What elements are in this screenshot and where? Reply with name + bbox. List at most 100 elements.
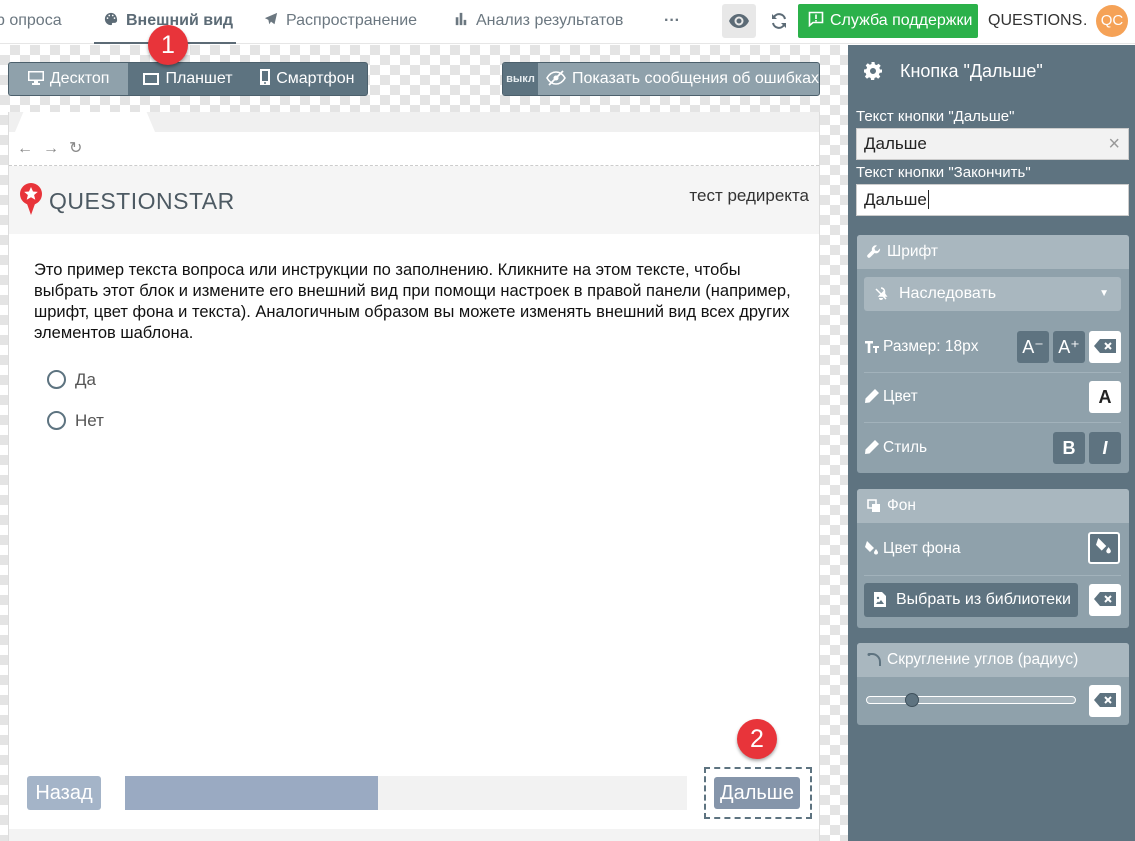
background-reset-button[interactable] [1089,584,1121,616]
font-size-decrease-button[interactable]: A⁻ [1017,331,1049,363]
background-section-header: Фон [857,489,1129,523]
wrench-icon [867,245,881,258]
divider [864,422,1121,423]
corner-radius-slider[interactable] [866,696,1076,704]
eye-slash-icon [546,70,566,86]
corner-radius-reset-button[interactable] [1089,685,1121,717]
background-color-row: Цвет фона [857,532,1129,566]
palette-icon [104,12,118,26]
font-style-label-wrap: Стиль [865,431,927,465]
radio-button[interactable] [47,370,66,389]
next-text-field[interactable]: Дальше × [856,128,1129,160]
backspace-icon [1094,592,1116,606]
font-color-row: Цвет A [857,380,1129,414]
text-size-icon [865,341,879,353]
toggle-state[interactable]: выкл [503,63,539,95]
backspace-icon [1094,339,1116,353]
background-color-label-wrap: Цвет фона [865,532,961,566]
browser-tab [15,112,155,132]
corner-radius-section-title: Скругление углов (радиус) [887,651,1079,668]
device-label: Смартфон [276,70,355,87]
choose-from-library-button[interactable]: Выбрать из библиотеки [864,583,1078,617]
more-menu-button[interactable]: ··· [664,0,680,44]
show-errors-label: Показать сообщения об ошибках [572,70,819,87]
background-color-label: Цвет фона [883,540,961,557]
browser-address-bar: ← → ↻ [9,132,819,166]
properties-panel: Кнопка "Дальше" Текст кнопки "Дальше" Да… [848,45,1135,841]
show-errors-toggle[interactable]: выкл Показать сообщения об ошибках [502,62,820,96]
device-switcher: Десктоп Планшет Смартфон [8,62,368,96]
font-family-select[interactable]: Наследовать ▼ [864,277,1121,311]
clear-icon[interactable]: × [1108,129,1120,159]
tab-survey-setup[interactable]: р опроса [0,0,62,44]
device-label: Десктоп [49,70,110,87]
layers-icon [867,499,880,512]
chat-alert-icon [808,11,824,28]
slider-handle[interactable] [905,693,920,707]
no-font-icon [875,287,888,300]
step-badge-2: 2 [737,719,777,759]
pencil-icon [865,440,879,454]
font-size-reset-button[interactable] [1089,331,1121,363]
text-cursor [927,190,929,209]
answer-option-no[interactable]: Нет [47,410,104,434]
survey-title[interactable]: тест редиректа [689,186,809,206]
preview-button[interactable] [722,4,756,38]
font-color-label: Цвет [883,388,918,405]
radio-button[interactable] [47,411,66,430]
font-size-increase-button[interactable]: A⁺ [1053,331,1085,363]
next-text-value: Дальше [864,134,927,153]
panel-header: Кнопка "Дальше" [848,45,1135,97]
font-size-label-wrap: Размер: 18px [865,330,979,364]
device-desktop-button[interactable]: Десктоп [9,63,129,95]
account-name[interactable]: QUESTIONS… [988,0,1088,42]
smartphone-icon [260,69,271,85]
font-section: Шрифт Наследовать ▼ Размер: 18px A⁻ A⁺ Ц… [857,235,1129,473]
back-arrow-icon: ← [17,140,33,157]
survey-header[interactable]: QUESTIONSTAR тест редиректа [9,166,819,234]
support-label: Служба поддержки [830,12,973,29]
bar-chart-icon [455,12,467,26]
paper-plane-icon [264,12,278,25]
font-size-label: Размер: 18px [883,338,979,355]
browser-tabstrip [9,112,819,132]
font-color-picker[interactable]: A [1089,381,1121,413]
divider [864,575,1121,576]
backspace-icon [1094,693,1116,707]
survey-preview-frame: ← → ↻ QUESTIONSTAR тест редиректа Это прим… [8,112,820,841]
reload-icon: ↻ [69,140,83,157]
library-label: Выбрать из библиотеки [896,591,1071,608]
step-badge-1: 1 [148,25,188,65]
sync-icon [772,13,786,29]
finish-text-field[interactable]: Дальше [856,184,1129,216]
next-button[interactable]: Дальше [714,777,800,809]
logo-text: QUESTIONSTAR [49,188,235,214]
corner-radius-section-header: Скругление углов (радиус) [857,643,1129,677]
tab-results-analysis[interactable]: Анализ результатов [454,0,623,44]
question-text[interactable]: Это пример текста вопроса или инструкции… [34,260,804,344]
font-size-row: Размер: 18px A⁻ A⁺ [857,330,1129,364]
corner-radius-icon [867,653,881,666]
answer-option-yes[interactable]: Да [47,369,96,393]
image-file-icon [874,592,886,607]
device-tablet-button[interactable]: Планшет [128,63,247,95]
bold-button[interactable]: B [1053,432,1085,464]
avatar[interactable]: QC [1096,5,1128,37]
device-smartphone-button[interactable]: Смартфон [248,63,367,95]
finish-text-label: Текст кнопки "Закончить" [856,164,1031,181]
tab-distribution[interactable]: Распространение [264,0,417,44]
italic-button[interactable]: I [1089,432,1121,464]
survey-body: Это пример текста вопроса или инструкции… [9,234,819,829]
device-label: Планшет [165,70,233,87]
panel-title: Кнопка "Дальше" [900,61,1043,81]
progress-bar [125,776,687,810]
font-section-title: Шрифт [887,243,938,260]
support-button[interactable]: Служба поддержки [798,4,978,38]
back-button[interactable]: Назад [27,776,101,810]
tab-label: р опроса [0,12,62,29]
option-label: Да [75,370,96,389]
font-style-label: Стиль [883,439,928,456]
background-color-picker[interactable] [1088,532,1120,564]
refresh-button[interactable] [762,4,796,38]
paint-bucket-icon [865,541,878,555]
